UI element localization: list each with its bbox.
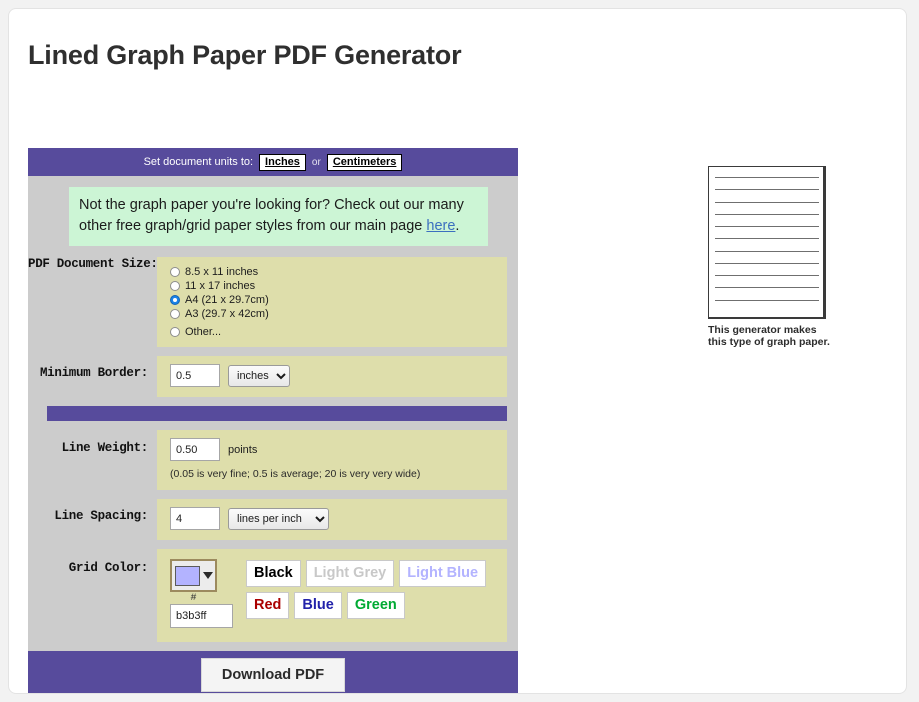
radio-option-letter[interactable]: 8.5 x 11 inches — [170, 265, 497, 279]
grid-color-hex-input[interactable] — [170, 604, 233, 628]
radio-icon[interactable] — [170, 267, 180, 277]
preview-rule-line — [715, 226, 819, 227]
minimum-border-input[interactable] — [170, 364, 220, 387]
grid-color-field: # Black Light Grey Light Blue Red Blue G… — [157, 549, 507, 642]
minimum-border-label: Minimum Border: — [39, 366, 148, 380]
radio-option-a4[interactable]: A4 (21 x 29.7cm) — [170, 293, 497, 307]
section-divider-wrapper — [28, 397, 518, 430]
row-minimum-border: Minimum Border: inches cm points — [28, 356, 518, 397]
preview-rule-line — [715, 251, 819, 252]
color-preset-green[interactable]: Green — [346, 592, 405, 619]
document-size-radio-group: 8.5 x 11 inches 11 x 17 inches A4 (21 x … — [157, 257, 507, 347]
spacer — [28, 490, 518, 499]
grid-color-label: Grid Color: — [68, 561, 149, 575]
preview-caption-line1: This generator makes — [708, 324, 817, 336]
radio-icon[interactable] — [170, 327, 180, 337]
line-spacing-unit-select[interactable]: lines per inch inches per line cm per li… — [228, 507, 329, 530]
color-preset-black[interactable]: Black — [246, 560, 301, 587]
line-weight-input[interactable] — [170, 438, 220, 461]
row-line-weight: Line Weight: points (0.05 is very fine; … — [28, 430, 518, 490]
page-card: Lined Graph Paper PDF Generator Set docu… — [8, 8, 907, 694]
preview-rule-line — [715, 202, 819, 203]
info-callout: Not the graph paper you're looking for? … — [69, 187, 488, 246]
radio-icon-selected[interactable] — [170, 295, 180, 305]
preview-panel: This generator makes this type of graph … — [708, 166, 888, 348]
preview-rule-line — [715, 177, 819, 178]
radio-label: 8.5 x 11 inches — [185, 266, 259, 278]
grid-color-controls: # Black Light Grey Light Blue Red Blue G… — [157, 549, 507, 642]
units-centimeters-button[interactable]: Centimeters — [326, 153, 403, 171]
radio-option-tabloid[interactable]: 11 x 17 inches — [170, 279, 497, 293]
main-page-link[interactable]: here — [426, 218, 455, 234]
line-spacing-field: lines per inch inches per line cm per li… — [157, 499, 507, 540]
download-bar: Download PDF — [28, 651, 518, 693]
units-inches-button[interactable]: Inches — [259, 153, 306, 171]
radio-icon[interactable] — [170, 281, 180, 291]
color-preset-light-blue[interactable]: Light Blue — [399, 560, 487, 587]
page-title: Lined Graph Paper PDF Generator — [28, 40, 462, 70]
preview-rule-line — [715, 275, 819, 276]
grid-color-picker-column: # — [170, 559, 233, 628]
preview-sheet — [708, 166, 826, 319]
preview-rule-line — [715, 300, 819, 301]
color-preset-red[interactable]: Red — [246, 592, 290, 619]
preview-rule-line — [715, 287, 819, 288]
color-swatch-button[interactable] — [170, 559, 217, 592]
color-preset-blue[interactable]: Blue — [294, 592, 342, 619]
preview-rule-line — [715, 189, 819, 190]
download-pdf-button[interactable]: Download PDF — [200, 658, 346, 692]
color-preset-light-grey[interactable]: Light Grey — [305, 560, 395, 587]
line-spacing-label: Line Spacing: — [54, 509, 148, 523]
color-swatch-chip — [174, 565, 200, 586]
radio-option-other[interactable]: Other... — [170, 325, 497, 339]
spacer — [28, 347, 518, 356]
document-size-field: 8.5 x 11 inches 11 x 17 inches A4 (21 x … — [157, 257, 507, 347]
preview-caption: This generator makes this type of graph … — [708, 324, 888, 348]
radio-label: A3 (29.7 x 42cm) — [185, 308, 269, 320]
row-grid-color: Grid Color: # Black Light Gre — [28, 549, 518, 642]
info-callout-wrapper: Not the graph paper you're looking for? … — [28, 176, 518, 257]
grid-color-preset-row-1: Black Light Grey Light Blue — [246, 560, 487, 587]
line-weight-field: points (0.05 is very fine; 0.5 is averag… — [157, 430, 507, 490]
preview-rule-line — [715, 214, 819, 215]
grid-color-preset-row-2: Red Blue Green — [246, 592, 486, 619]
info-text-end: . — [455, 218, 460, 234]
radio-option-a3[interactable]: A3 (29.7 x 42cm) — [170, 307, 497, 321]
chevron-down-icon — [202, 572, 213, 579]
spacer — [28, 540, 518, 549]
units-prompt-label: Set document units to: — [143, 156, 254, 168]
hex-hash-label: # — [190, 593, 197, 604]
radio-label: A4 (21 x 29.7cm) — [185, 294, 269, 306]
minimum-border-unit-select[interactable]: inches cm points — [228, 364, 290, 387]
document-size-label: PDF Document Size: — [28, 257, 158, 271]
section-divider-bar — [47, 406, 507, 421]
generator-form-panel: Set document units to: Inches or Centime… — [28, 148, 518, 693]
line-spacing-input[interactable] — [170, 507, 220, 530]
minimum-border-field: inches cm points — [157, 356, 507, 397]
preview-rule-line — [715, 263, 819, 264]
line-weight-unit-label: points — [228, 443, 258, 456]
grid-color-presets: Black Light Grey Light Blue Red Blue Gre… — [246, 559, 487, 628]
preview-caption-line2: this type of graph paper. — [708, 336, 830, 348]
radio-label: 11 x 17 inches — [185, 280, 256, 292]
radio-label: Other... — [185, 326, 222, 338]
info-text: Not the graph paper you're looking for? … — [79, 197, 464, 234]
preview-rule-line — [715, 238, 819, 239]
radio-icon[interactable] — [170, 309, 180, 319]
units-or-label: or — [311, 156, 321, 168]
document-units-bar: Set document units to: Inches or Centime… — [28, 148, 518, 176]
line-weight-label: Line Weight: — [61, 441, 149, 455]
row-line-spacing: Line Spacing: lines per inch inches per … — [28, 499, 518, 540]
row-document-size: PDF Document Size: 8.5 x 11 inches 11 x … — [28, 257, 518, 347]
line-weight-hint: (0.05 is very fine; 0.5 is average; 20 i… — [170, 468, 421, 480]
